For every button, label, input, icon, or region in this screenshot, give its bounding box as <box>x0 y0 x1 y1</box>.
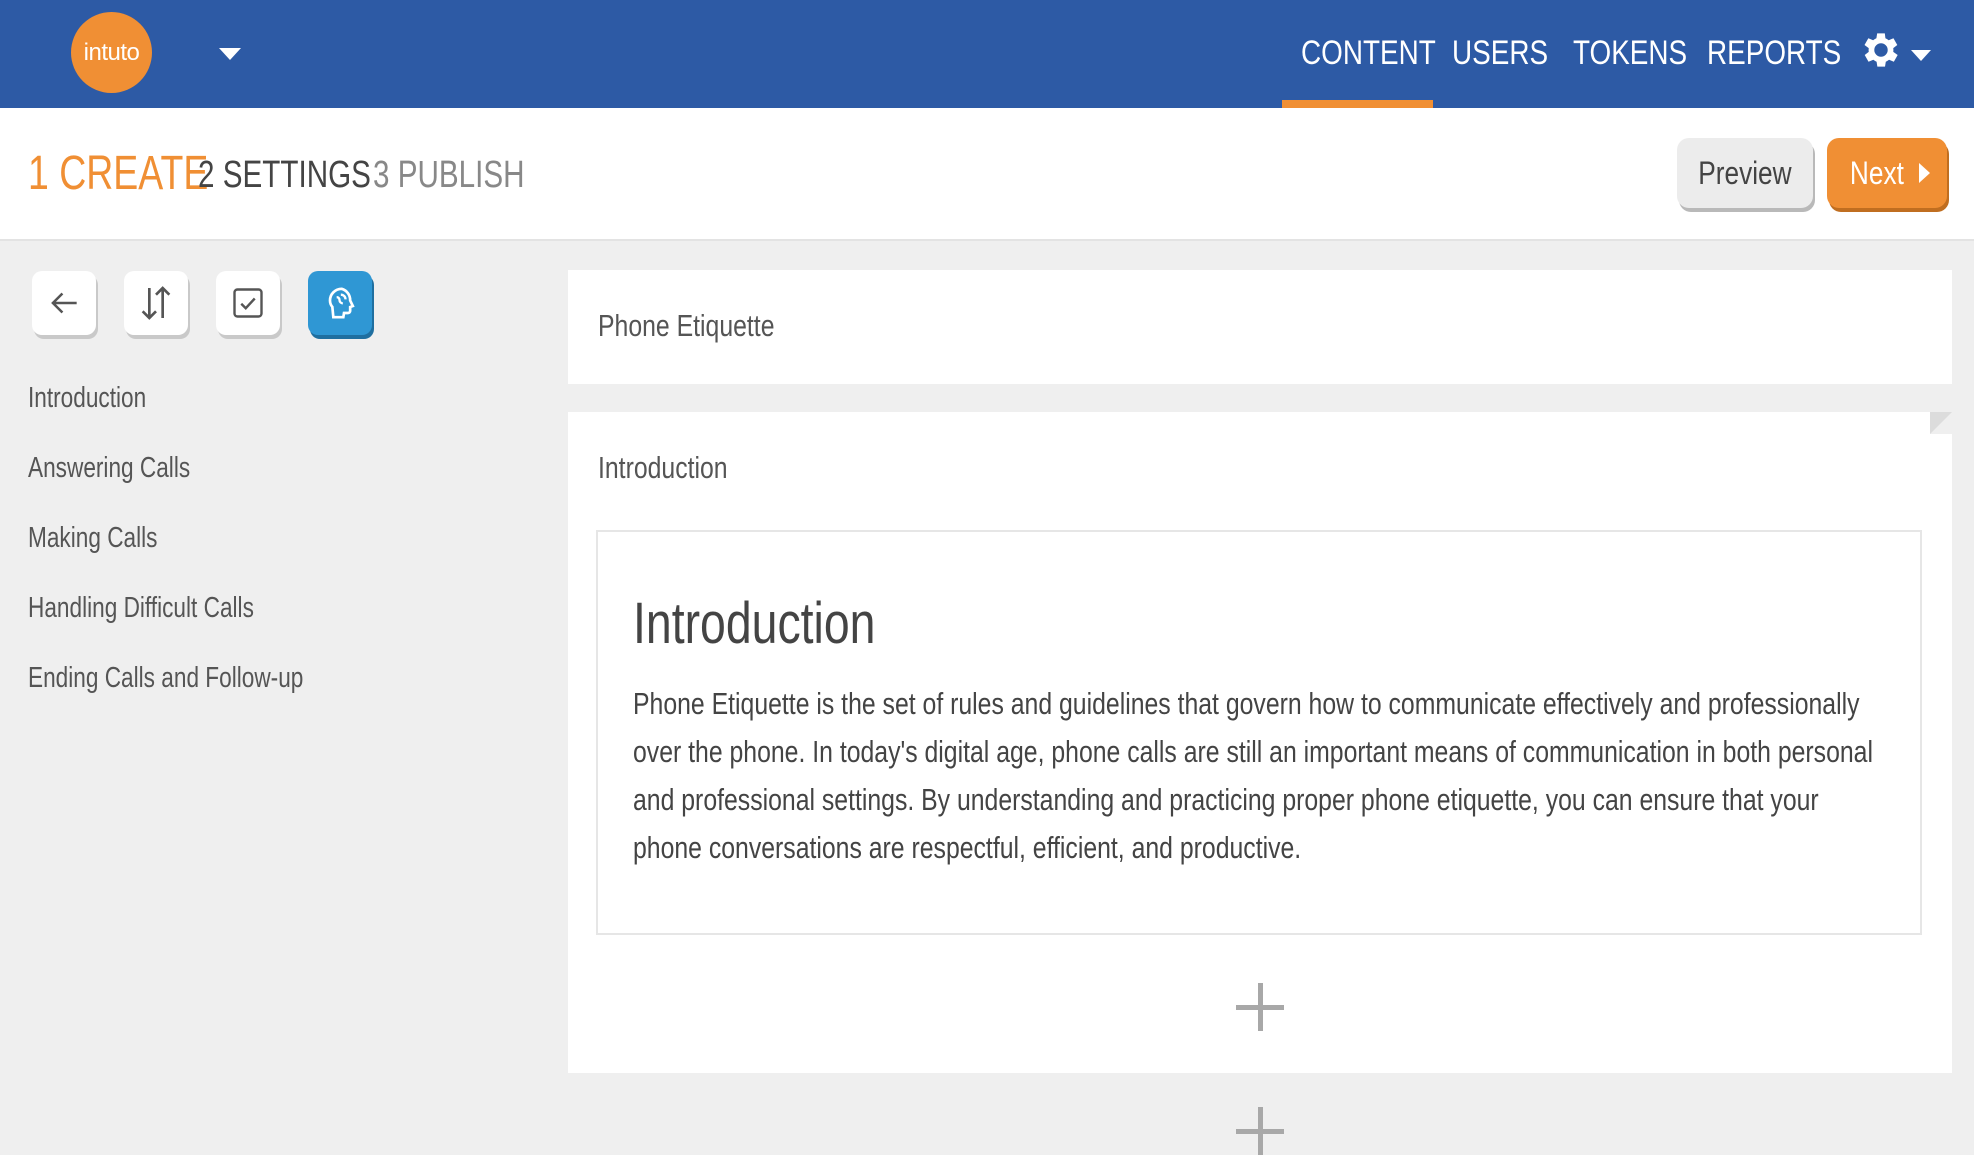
checkbox-icon <box>233 288 263 318</box>
active-tab-indicator <box>1282 100 1433 108</box>
content-body-text: Phone Etiquette is the set of rules and … <box>633 686 1873 865</box>
ai-assistant-button[interactable] <box>308 271 372 335</box>
section-card: Introduction Introduction Phone Etiquett… <box>568 412 1952 1073</box>
step-bar: 1 CREATE 2 SETTINGS 3 PUBLISH Preview Ne… <box>0 108 1974 241</box>
course-title[interactable]: Phone Etiquette <box>598 308 775 344</box>
intuto-logo[interactable]: intuto <box>71 12 152 93</box>
content-block[interactable]: Introduction Phone Etiquette is the set … <box>596 530 1922 935</box>
outline-item-handling-difficult-calls[interactable]: Handling Difficult Calls <box>28 592 254 625</box>
step-publish[interactable]: 3 PUBLISH <box>373 154 525 197</box>
nav-tab-reports[interactable]: REPORTS <box>1707 0 1841 108</box>
nav-tab-tokens[interactable]: TOKENS <box>1573 0 1687 108</box>
back-arrow-icon <box>51 292 77 314</box>
settings-chevron-down-icon[interactable] <box>1911 50 1931 61</box>
top-nav-bar: intuto CONTENT USERS TOKENS REPORTS <box>0 0 1974 108</box>
quiz-button[interactable] <box>216 271 280 335</box>
outline-item-ending-calls[interactable]: Ending Calls and Follow-up <box>28 662 303 695</box>
course-title-card[interactable]: Phone Etiquette <box>568 270 1952 384</box>
add-section-plus-icon[interactable] <box>1236 1107 1284 1155</box>
next-button[interactable]: Next <box>1827 138 1947 208</box>
outline-item-answering-calls[interactable]: Answering Calls <box>28 452 190 485</box>
preview-button[interactable]: Preview <box>1677 138 1813 208</box>
reorder-icon <box>141 286 171 320</box>
logo-text: intuto <box>83 38 140 66</box>
add-block-plus-icon[interactable] <box>1236 983 1284 1031</box>
step-create[interactable]: 1 CREATE <box>28 146 208 201</box>
preview-button-label: Preview <box>1698 154 1792 191</box>
back-button[interactable] <box>32 271 96 335</box>
gear-icon[interactable] <box>1858 27 1904 73</box>
outline-item-making-calls[interactable]: Making Calls <box>28 522 157 555</box>
brain-icon <box>328 287 355 319</box>
reorder-button[interactable] <box>124 271 188 335</box>
nav-tab-users[interactable]: USERS <box>1452 0 1548 108</box>
content-heading: Introduction <box>633 591 876 656</box>
outline-item-introduction[interactable]: Introduction <box>28 382 146 415</box>
account-dropdown-chevron-down-icon[interactable] <box>219 48 241 60</box>
caret-right-icon <box>1919 163 1931 183</box>
nav-tab-content[interactable]: CONTENT <box>1301 0 1436 108</box>
section-title[interactable]: Introduction <box>598 450 728 486</box>
next-button-label: Next <box>1849 154 1904 191</box>
page-fold <box>1930 412 1952 434</box>
step-settings[interactable]: 2 SETTINGS <box>198 154 371 197</box>
